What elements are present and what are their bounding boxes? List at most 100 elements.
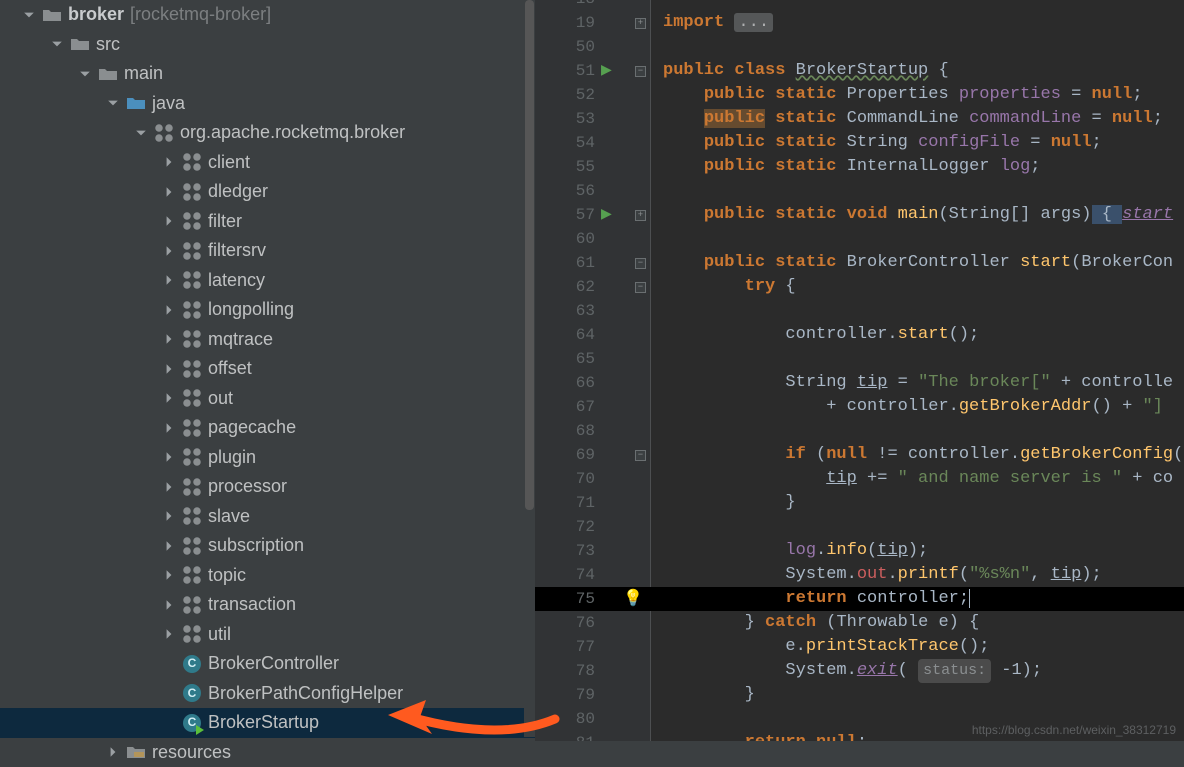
code-line-76[interactable]: 76 } catch (Throwable e) { [535, 611, 1184, 635]
chevron-right-icon[interactable] [162, 421, 176, 435]
tree-folder-longpolling[interactable]: longpolling [0, 295, 535, 325]
code-line-77[interactable]: 77 e.printStackTrace(); [535, 635, 1184, 659]
chevron-right-icon[interactable] [162, 303, 176, 317]
scrollbar-thumb[interactable] [525, 0, 534, 510]
chevron-right-icon[interactable] [162, 273, 176, 287]
code-text[interactable]: log.info(tip); [663, 539, 928, 563]
code-line-65[interactable]: 65 [535, 347, 1184, 371]
code-line-55[interactable]: 55 public static InternalLogger log; [535, 155, 1184, 179]
run-gutter-icon[interactable]: ▶ [601, 203, 612, 227]
code-text[interactable]: public static void main(String[] args) {… [663, 203, 1173, 227]
code-text[interactable]: System.out.printf("%s%n", tip); [663, 563, 1102, 587]
chevron-right-icon[interactable] [106, 745, 120, 759]
tree-folder-offset[interactable]: offset [0, 354, 535, 384]
code-text[interactable]: } catch (Throwable e) { [663, 611, 979, 635]
chevron-right-icon[interactable] [162, 568, 176, 582]
code-line-18[interactable]: 18 [535, 0, 1184, 11]
code-text[interactable]: e.printStackTrace(); [663, 635, 989, 659]
chevron-right-icon[interactable] [162, 391, 176, 405]
code-text[interactable]: public class BrokerStartup { [663, 59, 949, 83]
code-line-72[interactable]: 72 [535, 515, 1184, 539]
chevron-right-icon[interactable] [162, 362, 176, 376]
tree-folder-filter[interactable]: filter [0, 207, 535, 237]
code-text[interactable]: System.exit( status: -1); [663, 659, 1042, 683]
code-text[interactable]: String tip = "The broker[" + controlle [663, 371, 1173, 395]
code-line-75[interactable]: 75💡 return controller; [535, 587, 1184, 611]
tree-folder-transaction[interactable]: transaction [0, 590, 535, 620]
code-line-71[interactable]: 71 } [535, 491, 1184, 515]
chevron-right-icon[interactable] [162, 185, 176, 199]
chevron-right-icon[interactable] [162, 332, 176, 346]
tree-resources-node[interactable]: resources [0, 738, 535, 767]
code-text[interactable]: if (null != controller.getBrokerConfig( [663, 443, 1183, 467]
chevron-down-icon[interactable] [50, 37, 64, 51]
code-line-79[interactable]: 79 } [535, 683, 1184, 707]
code-line-68[interactable]: 68 [535, 419, 1184, 443]
code-line-64[interactable]: 64 controller.start(); [535, 323, 1184, 347]
code-line-70[interactable]: 70 tip += " and name server is " + co [535, 467, 1184, 491]
code-line-78[interactable]: 78 System.exit( status: -1); [535, 659, 1184, 683]
project-tree[interactable]: broker [rocketmq-broker] src main java [0, 0, 535, 767]
code-editor[interactable]: 1819+import ...5051▶−public class Broker… [535, 0, 1184, 741]
code-line-67[interactable]: 67 + controller.getBrokerAddr() + "] [535, 395, 1184, 419]
code-text[interactable]: } [663, 491, 796, 515]
code-line-60[interactable]: 60 [535, 227, 1184, 251]
chevron-down-icon[interactable] [78, 67, 92, 81]
code-text[interactable]: public static String configFile = null; [663, 131, 1102, 155]
code-text[interactable]: public static BrokerController start(Bro… [663, 251, 1173, 275]
fold-toggle-icon[interactable]: − [635, 258, 646, 269]
tree-folder-plugin[interactable]: plugin [0, 443, 535, 473]
tree-folder-util[interactable]: util [0, 620, 535, 650]
code-line-57[interactable]: 57▶+ public static void main(String[] ar… [535, 203, 1184, 227]
tree-folder-subscription[interactable]: subscription [0, 531, 535, 561]
intention-bulb-icon[interactable]: 💡 [623, 587, 643, 611]
tree-class-BrokerStartup[interactable]: CBrokerStartup [0, 708, 535, 738]
tree-folder-out[interactable]: out [0, 384, 535, 414]
tree-class-BrokerPathConfigHelper[interactable]: CBrokerPathConfigHelper [0, 679, 535, 709]
chevron-down-icon[interactable] [106, 96, 120, 110]
tree-scrollbar[interactable] [524, 0, 535, 737]
code-text[interactable]: public static Properties properties = nu… [663, 83, 1143, 107]
chevron-down-icon[interactable] [134, 126, 148, 140]
fold-toggle-icon[interactable]: + [635, 210, 646, 221]
fold-toggle-icon[interactable]: + [635, 18, 646, 29]
tree-class-BrokerController[interactable]: CBrokerController [0, 649, 535, 679]
tree-folder-processor[interactable]: processor [0, 472, 535, 502]
code-text[interactable]: public static CommandLine commandLine = … [663, 107, 1163, 131]
code-area[interactable]: 1819+import ...5051▶−public class Broker… [535, 0, 1184, 741]
chevron-right-icon[interactable] [162, 627, 176, 641]
code-line-54[interactable]: 54 public static String configFile = nul… [535, 131, 1184, 155]
code-line-61[interactable]: 61− public static BrokerController start… [535, 251, 1184, 275]
fold-toggle-icon[interactable]: − [635, 450, 646, 461]
tree-folder-dledger[interactable]: dledger [0, 177, 535, 207]
code-line-52[interactable]: 52 public static Properties properties =… [535, 83, 1184, 107]
tree-folder-client[interactable]: client [0, 148, 535, 178]
code-line-62[interactable]: 62− try { [535, 275, 1184, 299]
tree-src-node[interactable]: src [0, 30, 535, 60]
chevron-right-icon[interactable] [162, 598, 176, 612]
code-line-63[interactable]: 63 [535, 299, 1184, 323]
tree-folder-filtersrv[interactable]: filtersrv [0, 236, 535, 266]
chevron-right-icon[interactable] [162, 155, 176, 169]
chevron-right-icon[interactable] [162, 480, 176, 494]
code-line-50[interactable]: 50 [535, 35, 1184, 59]
tree-folder-latency[interactable]: latency [0, 266, 535, 296]
chevron-down-icon[interactable] [22, 8, 36, 22]
code-text[interactable]: public static InternalLogger log; [663, 155, 1041, 179]
fold-toggle-icon[interactable]: − [635, 66, 646, 77]
tree-folder-slave[interactable]: slave [0, 502, 535, 532]
code-text[interactable]: return null; [663, 731, 867, 741]
tree-package-node[interactable]: org.apache.rocketmq.broker [0, 118, 535, 148]
tree-module-node[interactable]: broker [rocketmq-broker] [0, 0, 535, 30]
code-line-53[interactable]: 53 public static CommandLine commandLine… [535, 107, 1184, 131]
chevron-right-icon[interactable] [162, 450, 176, 464]
code-line-73[interactable]: 73 log.info(tip); [535, 539, 1184, 563]
code-line-66[interactable]: 66 String tip = "The broker[" + controll… [535, 371, 1184, 395]
code-text[interactable]: + controller.getBrokerAddr() + "] [663, 395, 1163, 419]
code-line-19[interactable]: 19+import ... [535, 11, 1184, 35]
chevron-right-icon[interactable] [162, 244, 176, 258]
code-line-74[interactable]: 74 System.out.printf("%s%n", tip); [535, 563, 1184, 587]
code-line-56[interactable]: 56 [535, 179, 1184, 203]
tree-folder-topic[interactable]: topic [0, 561, 535, 591]
tree-folder-pagecache[interactable]: pagecache [0, 413, 535, 443]
